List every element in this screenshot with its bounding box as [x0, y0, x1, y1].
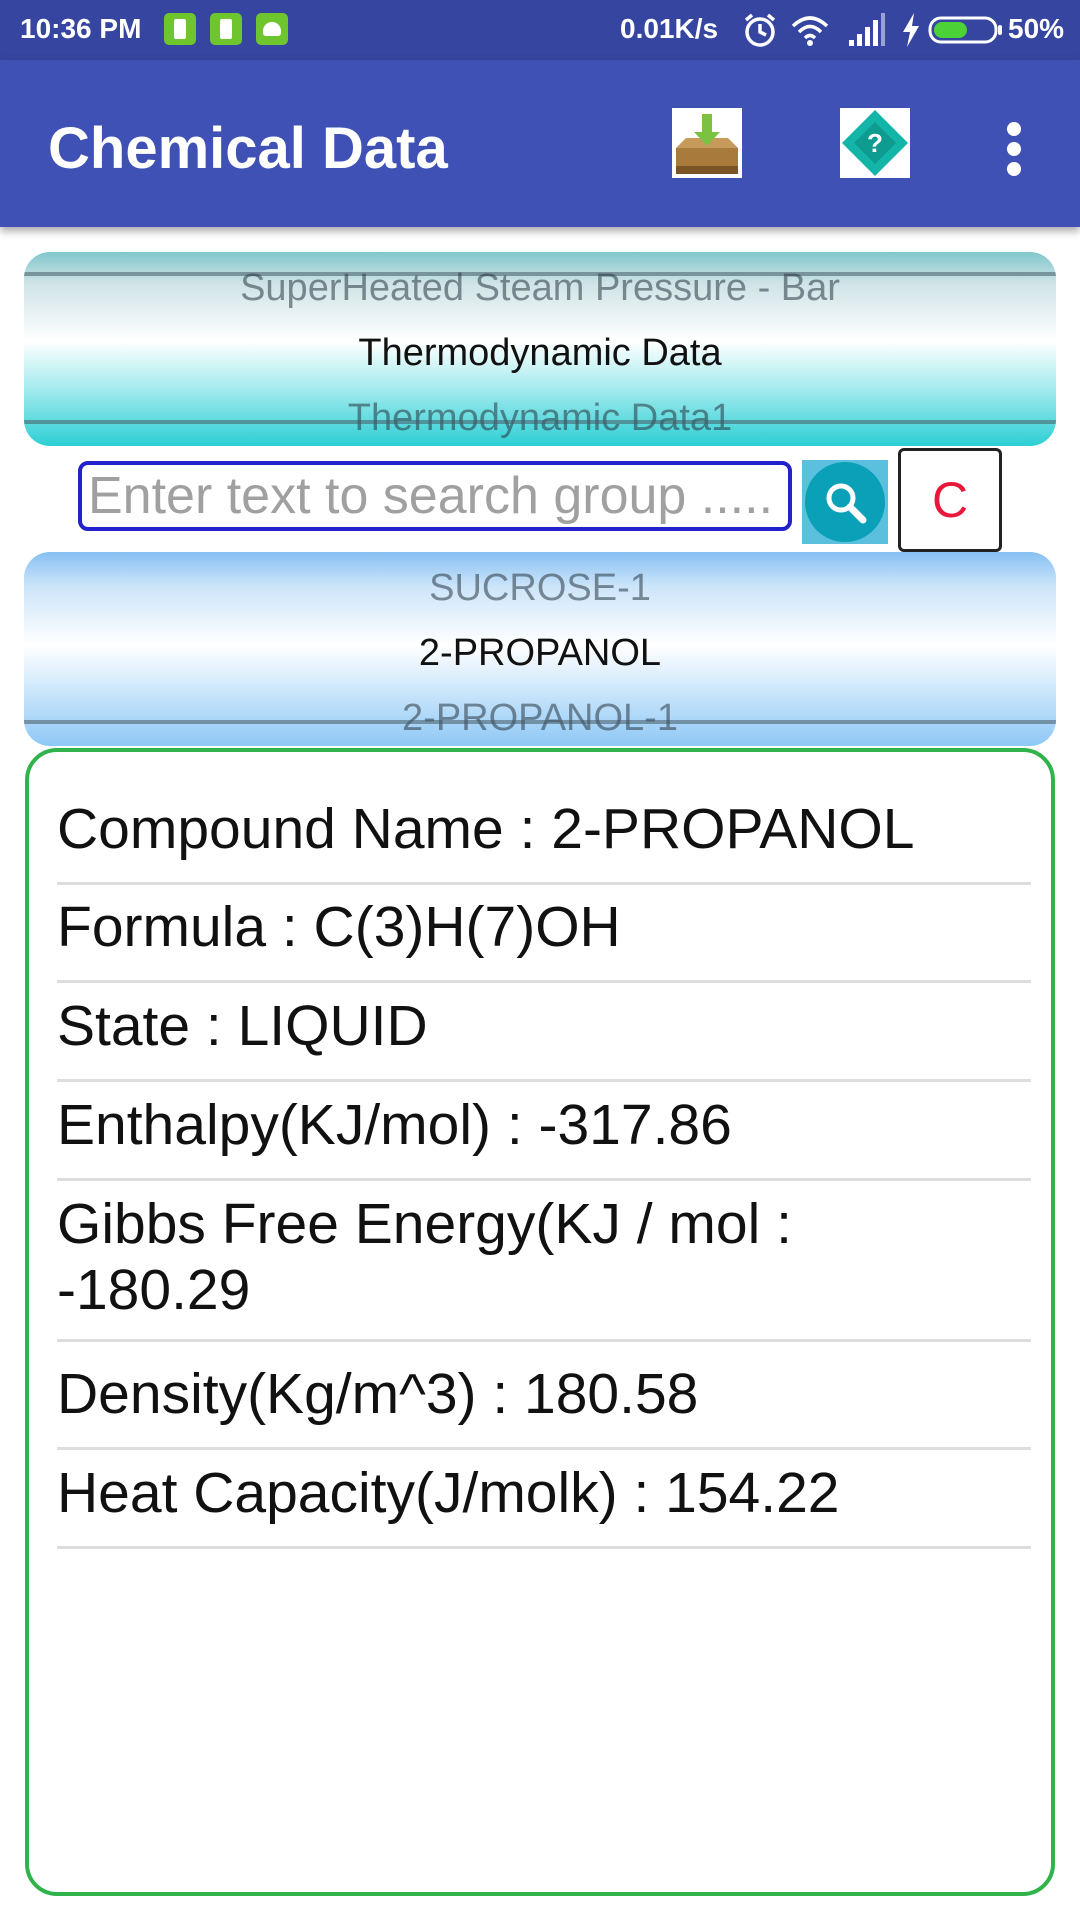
- battery-percent: 50%: [1008, 13, 1065, 44]
- gibbs-free-energy-label: Gibbs Free Energy(KJ / mol :: [57, 1192, 792, 1256]
- compound-details-card: Compound Name : 2-PROPANOL Formula : C(3…: [25, 748, 1055, 1896]
- signal-icon: [849, 13, 885, 46]
- state-text: State : LIQUID: [57, 994, 428, 1058]
- density-text: Density(Kg/m^3) : 180.58: [57, 1362, 699, 1426]
- heat-capacity-row: Heat Capacity(J/molk) : 154.22: [57, 1460, 1031, 1549]
- status-time: 10:36 PM: [20, 13, 142, 44]
- picker-item-selected[interactable]: 2-PROPANOL: [24, 631, 1056, 675]
- battery-icon: [928, 16, 1002, 44]
- picker-item[interactable]: SuperHeated Steam Pressure - Bar: [24, 266, 1056, 310]
- download-icon[interactable]: [672, 108, 742, 178]
- compound-name-text: Compound Name : 2-PROPANOL: [57, 797, 915, 861]
- gibbs-free-energy-value: -180.29: [57, 1258, 251, 1322]
- category-picker[interactable]: SuperHeated Steam Pressure - Bar Thermod…: [24, 252, 1056, 446]
- status-bar: 10:36 PM 0.01K/s 50%: [0, 0, 1080, 60]
- help-icon[interactable]: ?: [840, 108, 910, 178]
- compound-picker[interactable]: SUCROSE-1 2-PROPANOL 2-PROPANOL-1: [24, 552, 1056, 746]
- heat-capacity-text: Heat Capacity(J/molk) : 154.22: [57, 1461, 840, 1525]
- picker-item-selected[interactable]: Thermodynamic Data: [24, 331, 1056, 375]
- gibbs-free-energy-row: Gibbs Free Energy(KJ / mol : -180.29: [57, 1191, 1031, 1342]
- density-row: Density(Kg/m^3) : 180.58: [57, 1361, 1031, 1450]
- network-speed: 0.01K/s: [620, 13, 719, 44]
- android-notification-icon: [256, 13, 288, 45]
- picker-item[interactable]: 2-PROPANOL-1: [24, 696, 1056, 740]
- app-title: Chemical Data: [48, 116, 448, 181]
- picker-item[interactable]: SUCROSE-1: [24, 566, 1056, 610]
- clear-button[interactable]: C: [898, 448, 1002, 552]
- battery-notification-icon: [164, 13, 196, 45]
- svg-text:?: ?: [867, 128, 883, 158]
- formula-row: Formula : C(3)H(7)OH: [57, 894, 1031, 983]
- wifi-icon: [791, 16, 829, 46]
- search-button[interactable]: [802, 460, 888, 544]
- enthalpy-text: Enthalpy(KJ/mol) : -317.86: [57, 1093, 732, 1157]
- battery-notification-icon: [210, 13, 242, 45]
- compound-name-row: Compound Name : 2-PROPANOL: [57, 796, 1031, 885]
- alarm-icon: [744, 13, 776, 47]
- app-bar: Chemical Data ?: [0, 60, 1080, 227]
- picker-item[interactable]: Thermodynamic Data1: [24, 396, 1056, 440]
- enthalpy-row: Enthalpy(KJ/mol) : -317.86: [57, 1092, 1031, 1181]
- formula-text: Formula : C(3)H(7)OH: [57, 895, 621, 959]
- search-icon: [826, 483, 867, 524]
- charging-icon: [903, 13, 919, 47]
- state-row: State : LIQUID: [57, 993, 1031, 1082]
- search-input[interactable]: [78, 461, 792, 531]
- overflow-menu-icon[interactable]: [996, 118, 1032, 178]
